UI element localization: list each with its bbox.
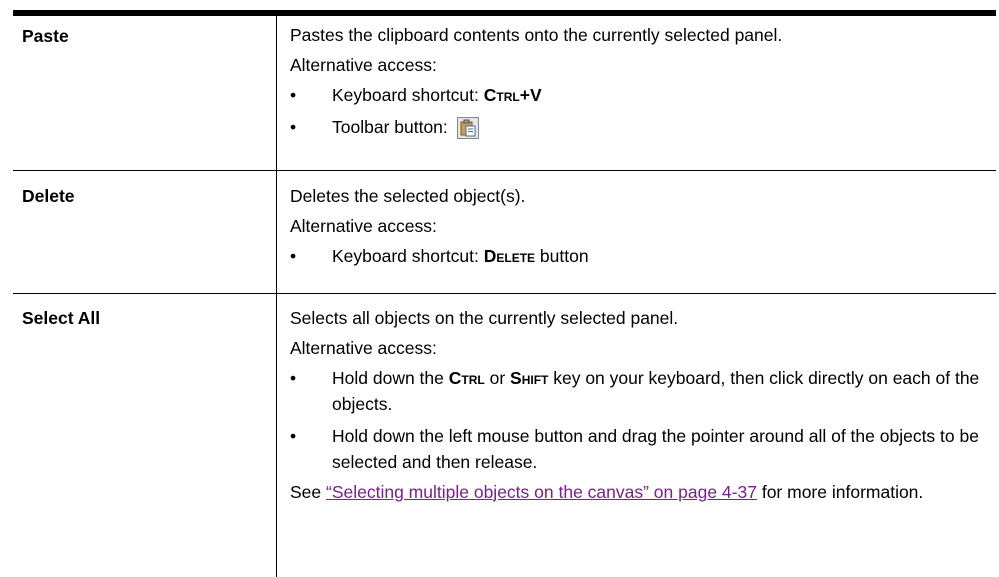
edit-commands-table: Paste Pastes the clipboard contents onto…	[13, 16, 996, 577]
command-description-cell: Pastes the clipboard contents onto the c…	[290, 16, 996, 140]
keyboard-key: Ctrl	[448, 368, 485, 388]
bullet: •	[290, 85, 297, 105]
keyboard-key: +V	[519, 85, 542, 105]
keyboard-key: Ctrl	[483, 85, 520, 105]
description-text: Selects all objects on the currently sel…	[290, 308, 679, 328]
command-name: Paste	[22, 26, 69, 46]
alternative-access-label: Alternative access:	[290, 338, 437, 358]
bullet-text: Hold down the left mouse button and drag…	[332, 426, 979, 472]
table-row-paste: Paste Pastes the clipboard contents onto…	[13, 16, 996, 171]
list-item: • Hold down the Ctrl or Shift key on you…	[290, 365, 996, 417]
bullet-text: Keyboard shortcut:	[332, 85, 484, 105]
bullet: •	[290, 117, 297, 137]
cross-reference-link[interactable]: “Selecting multiple objects on the canva…	[326, 482, 757, 502]
command-description-cell: Deletes the selected object(s). Alternat…	[290, 171, 996, 269]
keyboard-key: Shift	[510, 368, 549, 388]
paste-icon[interactable]	[456, 117, 479, 140]
see-also-text: See “Selecting multiple objects on the c…	[290, 479, 996, 505]
list-item: • Keyboard shortcut: Ctrl+V	[290, 82, 996, 108]
bullet-text: button	[535, 246, 589, 266]
column-divider	[276, 16, 277, 170]
list-item: • Hold down the left mouse button and dr…	[290, 423, 996, 475]
bullet: •	[290, 368, 297, 388]
column-divider	[276, 294, 277, 577]
command-name: Delete	[22, 186, 75, 206]
alternative-access-label: Alternative access:	[290, 216, 437, 236]
bullet: •	[290, 246, 297, 266]
table-row-delete: Delete Deletes the selected object(s). A…	[13, 171, 996, 294]
table-row-select-all: Select All Selects all objects on the cu…	[13, 294, 996, 577]
command-name: Select All	[22, 308, 101, 328]
bullet-text: Hold down the	[332, 368, 449, 388]
command-description-cell: Selects all objects on the currently sel…	[290, 294, 996, 505]
bullet-text: Toolbar button:	[332, 117, 453, 137]
column-divider	[276, 171, 277, 293]
see-also-suffix: for more information.	[756, 482, 924, 502]
description-text: Deletes the selected object(s).	[290, 186, 526, 206]
bullet: •	[290, 426, 297, 446]
description-text: Pastes the clipboard contents onto the c…	[290, 25, 783, 45]
see-also-prefix: See	[290, 482, 326, 502]
bullet-text: or	[484, 368, 511, 388]
keyboard-key: Delete	[483, 246, 536, 266]
list-item: • Toolbar button:	[290, 114, 996, 140]
list-item: • Keyboard shortcut: Delete button	[290, 243, 996, 269]
alternative-access-label: Alternative access:	[290, 55, 437, 75]
bullet-text: Keyboard shortcut:	[332, 246, 484, 266]
